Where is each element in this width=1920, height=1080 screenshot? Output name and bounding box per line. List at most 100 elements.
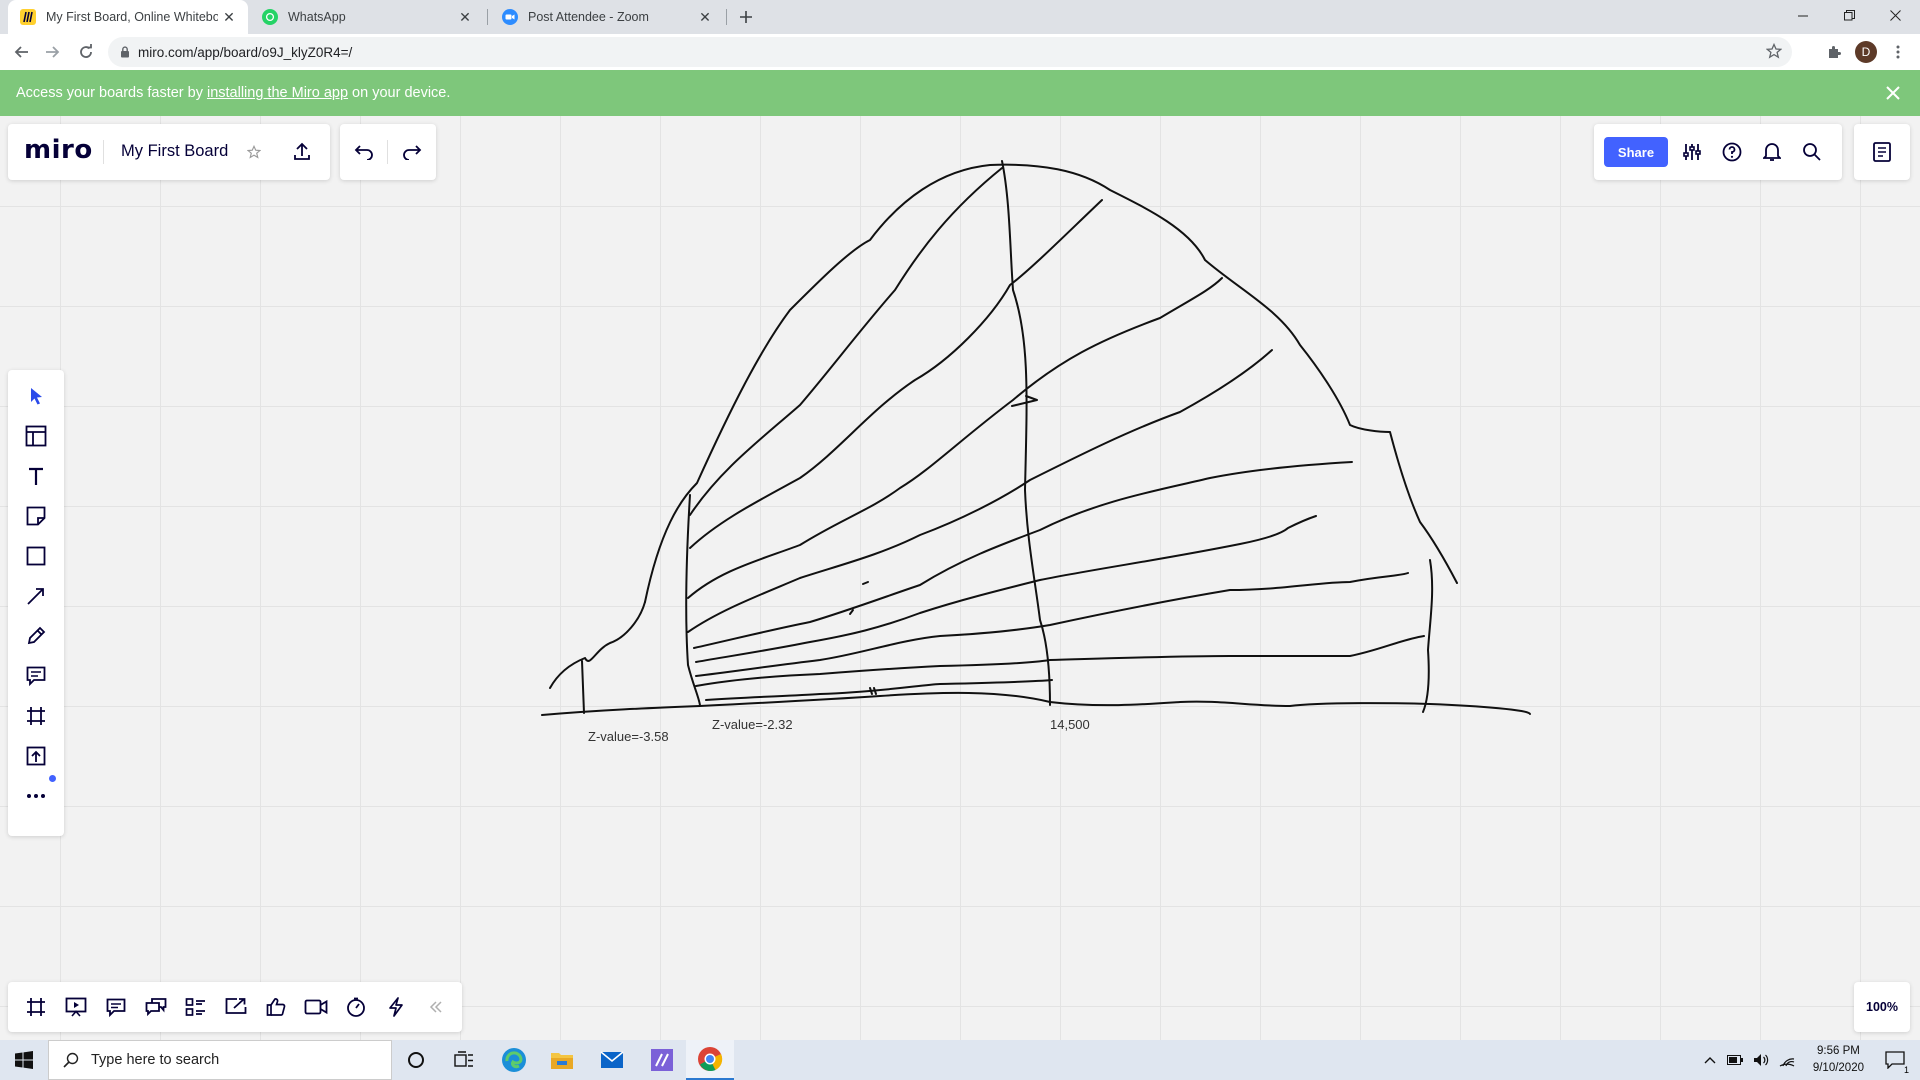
drawing-contour (689, 167, 1003, 516)
presentation-icon[interactable] (62, 993, 90, 1021)
drawing-contour (689, 199, 1103, 549)
volume-icon[interactable] (1748, 1040, 1774, 1080)
timer-icon[interactable] (342, 993, 370, 1021)
battery-icon[interactable] (1722, 1040, 1748, 1080)
app-icon-purple[interactable] (638, 1040, 686, 1080)
edge-browser-icon[interactable] (490, 1040, 538, 1080)
close-banner-icon[interactable] (1882, 82, 1904, 104)
taskbar-search-box[interactable]: Type here to search (48, 1040, 392, 1080)
drawing-left-hump (549, 601, 646, 689)
drawing-contour (687, 277, 1223, 599)
video-call-icon[interactable] (302, 993, 330, 1021)
task-view-icon[interactable] (440, 1040, 488, 1080)
show-hidden-icons-chevron-icon[interactable] (1698, 1040, 1722, 1080)
notification-count-badge: 1 (1902, 1065, 1910, 1075)
templates-icon[interactable] (22, 422, 50, 450)
close-window-button[interactable] (1872, 0, 1918, 30)
file-explorer-icon[interactable] (538, 1040, 586, 1080)
screen-share-icon[interactable] (222, 993, 250, 1021)
drawing-contour (693, 461, 1353, 649)
upload-icon[interactable] (22, 742, 50, 770)
clock-date: 9/10/2020 (1812, 1062, 1864, 1074)
chat-icon[interactable] (142, 993, 170, 1021)
text-tool-icon[interactable] (22, 462, 50, 490)
board-title[interactable]: My First Board (121, 142, 228, 161)
chrome-menu-icon[interactable] (1884, 38, 1912, 66)
freehand-drawing[interactable] (0, 116, 1920, 1040)
tab-close-icon[interactable]: ✕ (218, 6, 240, 28)
extensions-puzzle-icon[interactable] (1820, 38, 1848, 66)
drawing-tick (849, 609, 854, 615)
drawing-baseline (541, 691, 1531, 716)
forward-button[interactable] (38, 38, 66, 66)
comments-icon[interactable] (102, 993, 130, 1021)
integrations-lightning-icon[interactable] (382, 993, 410, 1021)
banner-text: Access your boards faster by (16, 85, 203, 101)
board-notes-icon[interactable] (1868, 138, 1896, 166)
bookmark-star-icon[interactable] (1766, 43, 1782, 59)
wifi-icon[interactable] (1774, 1040, 1800, 1080)
share-button[interactable]: Share (1604, 137, 1668, 167)
notifications-bell-icon[interactable] (1758, 138, 1786, 166)
lock-icon[interactable] (120, 46, 130, 58)
cards-list-icon[interactable] (182, 993, 210, 1021)
annotation-z-value-left[interactable]: Z-value=-3.58 (588, 729, 669, 744)
collapse-toolbar-icon[interactable] (422, 993, 450, 1021)
action-center-icon[interactable]: 1 (1870, 1040, 1920, 1080)
search-icon[interactable] (1798, 138, 1826, 166)
select-cursor-tool[interactable] (22, 382, 50, 410)
profile-initial: D (1855, 41, 1877, 63)
tab-title: WhatsApp (288, 10, 346, 24)
search-icon (63, 1052, 79, 1068)
redo-button[interactable] (398, 138, 426, 166)
export-upload-button[interactable] (288, 138, 316, 166)
tab-miro-board[interactable]: My First Board, Online Whiteboa ✕ (8, 0, 248, 34)
drawing-vertical-2 (685, 494, 701, 707)
zoom-panel: 100% (1854, 982, 1910, 1032)
zoom-level[interactable]: 100% (1854, 982, 1910, 1032)
back-button[interactable] (8, 38, 36, 66)
tab-title: Post Attendee - Zoom (528, 10, 649, 24)
board-menu-panel (1854, 124, 1910, 180)
annotation-value-right[interactable]: 14,500 (1050, 717, 1090, 732)
connection-line-icon[interactable] (22, 582, 50, 610)
new-tab-button[interactable] (732, 3, 760, 31)
undo-button[interactable] (350, 138, 378, 166)
windows-start-icon[interactable] (0, 1040, 48, 1080)
frame-tool-icon[interactable] (22, 702, 50, 730)
chrome-taskbar-icon[interactable] (686, 1040, 734, 1080)
tab-close-icon[interactable]: ✕ (694, 6, 716, 28)
tab-whatsapp[interactable]: WhatsApp ✕ (250, 0, 484, 34)
voting-thumbs-up-icon[interactable] (262, 993, 290, 1021)
mail-icon[interactable] (588, 1040, 636, 1080)
annotation-z-value-center[interactable]: Z-value=-2.32 (712, 717, 793, 732)
cortana-icon[interactable] (392, 1040, 440, 1080)
tab-title: My First Board, Online Whiteboa (46, 10, 218, 24)
reload-button[interactable] (72, 38, 100, 66)
shape-tool-icon[interactable] (22, 542, 50, 570)
new-indicator-dot (49, 775, 56, 782)
drawing-contour (695, 515, 1317, 663)
comment-tool-icon[interactable] (22, 662, 50, 690)
profile-avatar[interactable]: D (1852, 38, 1880, 66)
more-tools-icon[interactable] (22, 782, 50, 810)
install-app-link[interactable]: installing the Miro app (207, 85, 348, 101)
minimize-button[interactable] (1780, 0, 1826, 30)
settings-sliders-icon[interactable] (1678, 138, 1706, 166)
system-clock[interactable]: 9:56 PM 9/10/2020 (1813, 1043, 1864, 1077)
miro-logo[interactable]: miro (24, 135, 93, 165)
address-bar[interactable]: miro.com/app/board/o9J_klyZ0R4=/ (108, 37, 1792, 67)
frames-icon[interactable] (22, 993, 50, 1021)
pen-tool-icon[interactable] (22, 622, 50, 650)
tab-zoom[interactable]: Post Attendee - Zoom ✕ (490, 0, 724, 34)
restore-button[interactable] (1826, 0, 1872, 30)
drawing-tick (862, 581, 869, 585)
windows-taskbar: Type here to search 9:56 PM 9/10/2020 1 (0, 1040, 1920, 1080)
whatsapp-favicon-icon (262, 9, 278, 25)
tab-close-icon[interactable]: ✕ (454, 6, 476, 28)
drawing-vertical-1 (581, 660, 585, 714)
help-icon[interactable] (1718, 138, 1746, 166)
sticky-note-icon[interactable] (22, 502, 50, 530)
board-canvas[interactable]: Z-value=-3.58 Z-value=-2.32 14,500 miro … (0, 116, 1920, 1040)
favorite-star-icon[interactable] (244, 142, 264, 162)
